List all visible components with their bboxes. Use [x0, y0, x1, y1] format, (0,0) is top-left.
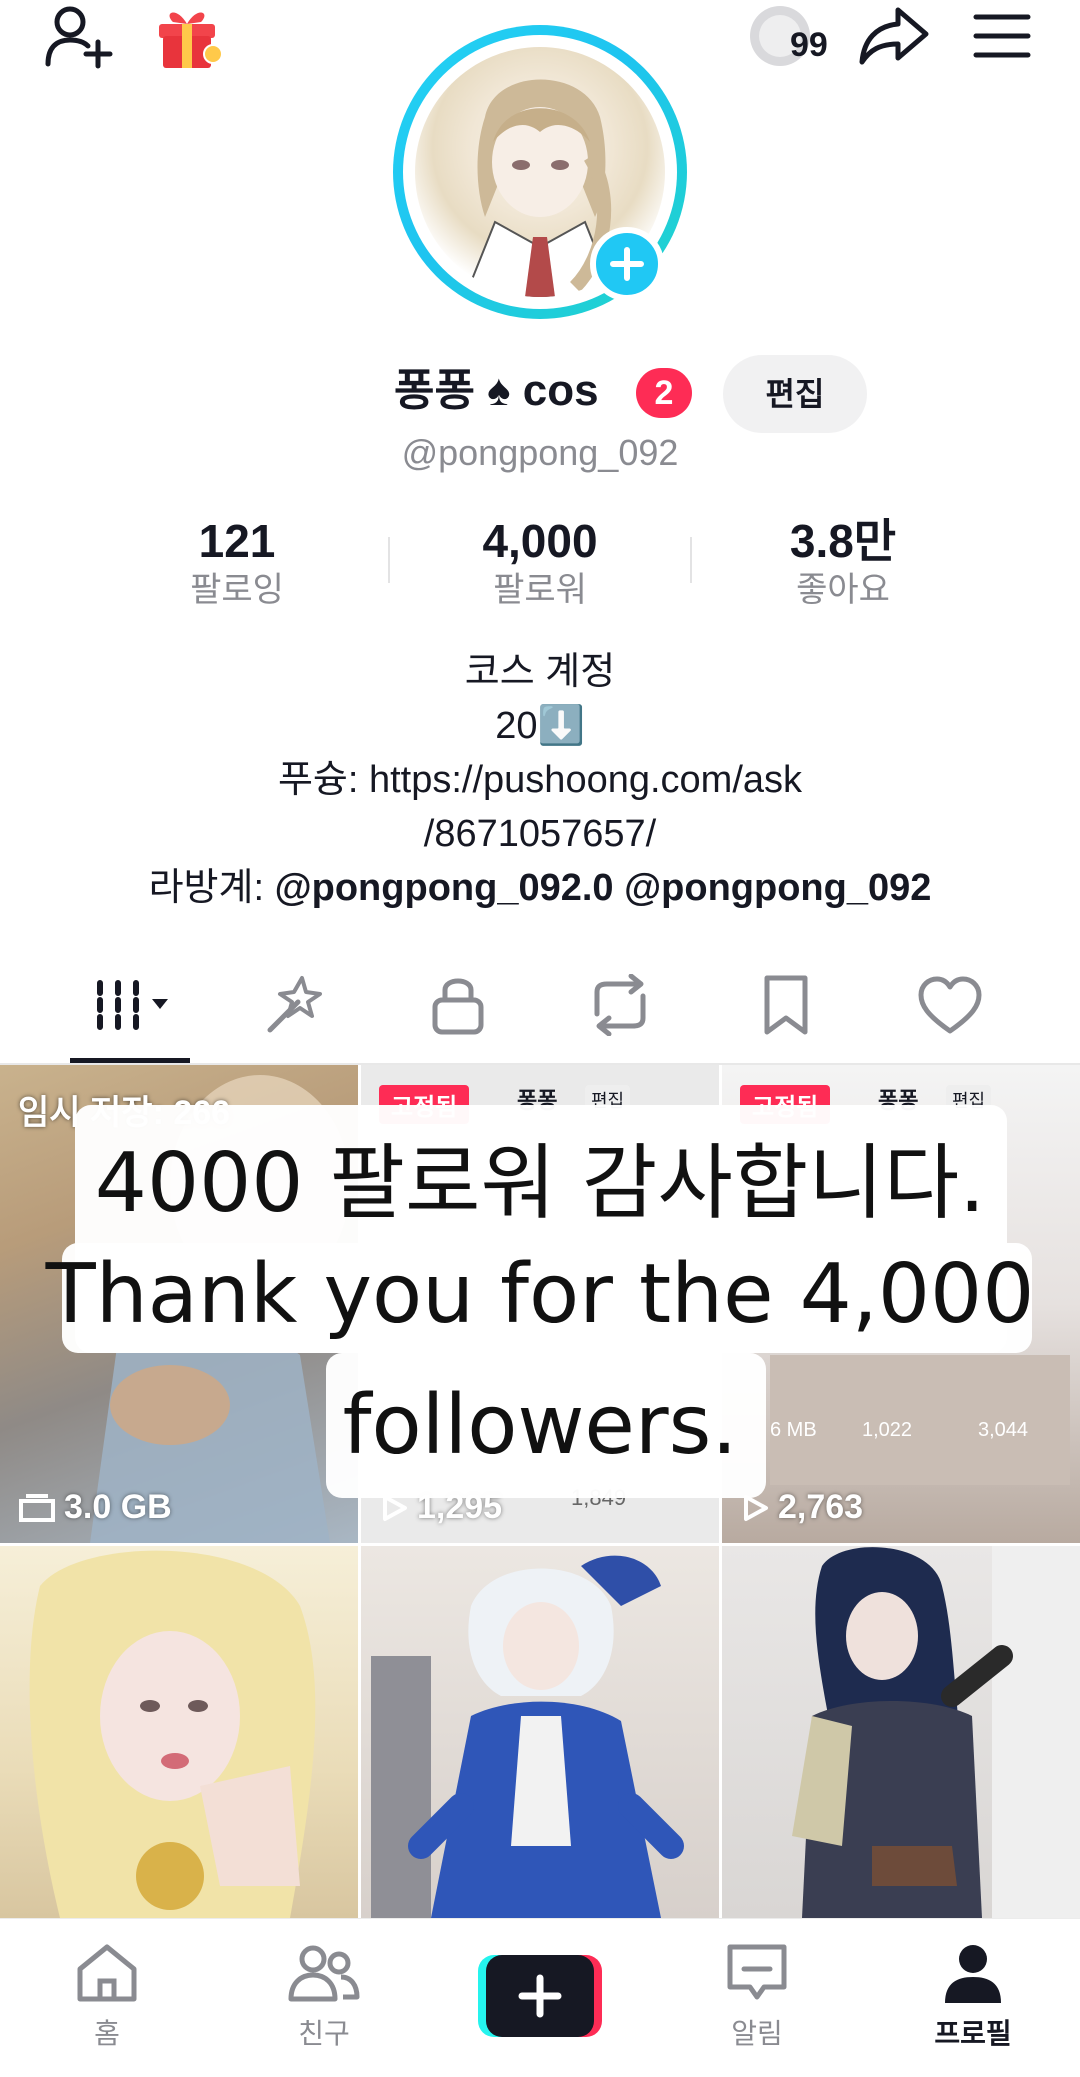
add-friend-button[interactable]: [38, 0, 118, 72]
caption-line-2: Thank you for the 4,000: [45, 1247, 1035, 1342]
friends-icon: [288, 1945, 360, 2002]
alt-accounts-mentions[interactable]: @pongpong_092.0 @pongpong_092: [275, 867, 932, 909]
create-button[interactable]: [478, 1955, 602, 2037]
bio-link[interactable]: 푸슝: https://pushoong.com/ask: [0, 753, 1080, 807]
edit-profile-button[interactable]: 편집: [723, 355, 867, 433]
bio-line: 20⬇️: [495, 705, 585, 747]
home-icon: [77, 1944, 137, 2002]
lock-icon: [432, 978, 484, 1035]
nav-profile-label: 프로필: [934, 2018, 1012, 2049]
followers-stat[interactable]: 4,000 팔로워: [430, 512, 650, 610]
display-name: 퐁퐁 ♠ cos: [394, 366, 599, 415]
likes-stat[interactable]: 3.8만 좋아요: [733, 512, 953, 610]
heart-icon: [918, 976, 982, 1034]
hamburger-menu-icon: [973, 14, 1031, 58]
caption-line-1: 4000 팔로워 감사합니다.: [94, 1136, 986, 1231]
nav-inbox-label: 알림: [731, 2018, 783, 2049]
tab-private[interactable]: [408, 965, 508, 1045]
nav-friends-label: 친구: [298, 2018, 350, 2049]
following-count: 121: [198, 515, 276, 567]
menu-button[interactable]: [962, 0, 1042, 72]
plus-icon: [518, 1974, 562, 2018]
tab-reposts[interactable]: [570, 965, 670, 1045]
gift-icon: [159, 12, 223, 68]
nav-home[interactable]: 홈: [32, 1941, 182, 2052]
bookmark-icon: [764, 975, 808, 1035]
nav-home-label: 홈: [94, 2018, 120, 2049]
alt-accounts-prefix: 라방계:: [148, 867, 275, 909]
profile-icon: [945, 1945, 1001, 2003]
inbox-icon: [727, 1944, 787, 2000]
profile-name-row: 퐁퐁 ♠ cos 2 편집: [0, 355, 1080, 433]
bottom-navigation: 홈 친구 알림 프로필: [0, 1918, 1080, 2077]
notification-badge[interactable]: 2: [636, 368, 692, 418]
stat-divider: [388, 537, 390, 583]
followers-label: 팔로워: [493, 571, 587, 609]
likes-label: 좋아요: [796, 571, 890, 609]
username-handle: @pongpong_092: [401, 432, 679, 473]
tab-liked[interactable]: [900, 965, 1000, 1045]
tab-favorites[interactable]: [736, 965, 836, 1045]
tab-videos[interactable]: [82, 965, 182, 1045]
video-tile[interactable]: [361, 1546, 719, 1918]
following-stat[interactable]: 121 팔로잉: [127, 512, 347, 610]
share-arrow-icon: [859, 7, 929, 65]
grid-dropdown-icon: [97, 980, 168, 1030]
repost-icon: [594, 974, 646, 1036]
coins-button[interactable]: 99: [740, 0, 840, 72]
person-plus-icon: [45, 6, 113, 69]
alt-accounts-line: 라방계: @pongpong_092.0 @pongpong_092: [0, 861, 1080, 915]
sparkle-icon: [267, 976, 322, 1033]
bio-line: 코스 계정: [464, 651, 616, 693]
tab-effects[interactable]: [243, 965, 343, 1045]
coin-count: 99: [790, 26, 828, 64]
followers-count: 4,000: [482, 515, 598, 567]
nav-profile[interactable]: 프로필: [898, 1941, 1048, 2052]
add-story-button[interactable]: [590, 227, 664, 301]
plus-icon: [610, 247, 644, 281]
nav-friends[interactable]: 친구: [249, 1941, 399, 2052]
stat-divider: [690, 537, 692, 583]
share-button[interactable]: [854, 0, 934, 72]
video-tile[interactable]: [722, 1546, 1080, 1918]
video-tile[interactable]: [0, 1546, 358, 1918]
caption-line-3: followers.: [342, 1378, 738, 1473]
drafts-size: 3.0 GB: [18, 1488, 172, 1527]
folder-icon: [19, 1493, 55, 1522]
gift-button[interactable]: [148, 0, 228, 72]
following-label: 팔로잉: [190, 571, 284, 609]
likes-count: 3.8만: [789, 515, 897, 567]
bio-link-continued[interactable]: /8671057657/: [0, 807, 1080, 861]
nav-inbox[interactable]: 알림: [682, 1941, 832, 2052]
